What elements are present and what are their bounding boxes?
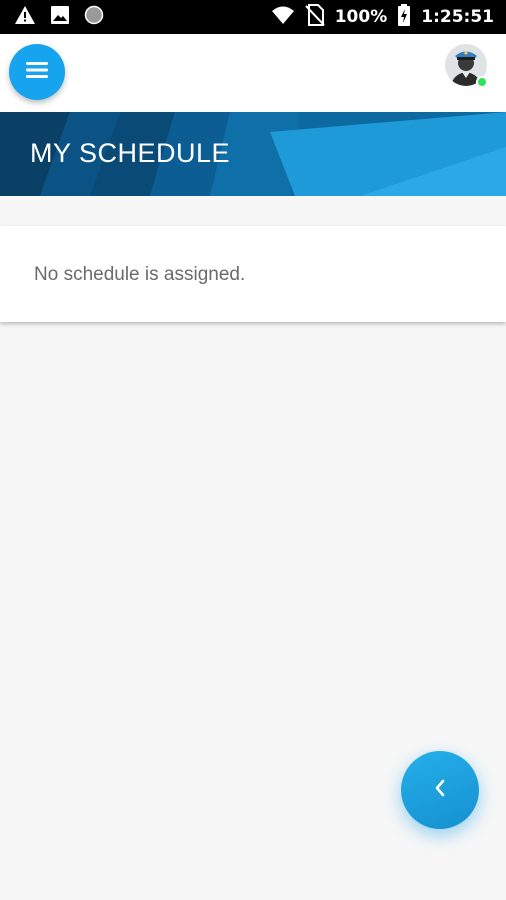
schedule-card: No schedule is assigned. xyxy=(0,226,506,322)
hamburger-menu-icon xyxy=(24,60,50,85)
battery-percent: 100% xyxy=(334,7,388,27)
circle-icon xyxy=(84,5,104,30)
status-notifications xyxy=(14,5,104,30)
image-icon xyxy=(50,5,70,30)
menu-button[interactable] xyxy=(9,44,65,100)
status-bar: 100% 1:25:51 xyxy=(0,0,506,34)
no-sim-icon xyxy=(304,3,325,31)
page-banner: MY SCHEDULE xyxy=(0,112,506,196)
chevron-left-icon xyxy=(432,778,448,803)
status-system: 100% 1:25:51 xyxy=(271,3,494,31)
back-button[interactable] xyxy=(401,751,479,829)
online-status-indicator xyxy=(476,76,488,88)
clock: 1:25:51 xyxy=(421,7,494,27)
page-title: MY SCHEDULE xyxy=(30,138,231,168)
battery-charging-icon xyxy=(397,3,411,31)
empty-schedule-message: No schedule is assigned. xyxy=(34,264,246,285)
wifi-icon xyxy=(271,5,295,30)
warning-icon xyxy=(14,5,36,30)
app-header xyxy=(0,34,506,112)
